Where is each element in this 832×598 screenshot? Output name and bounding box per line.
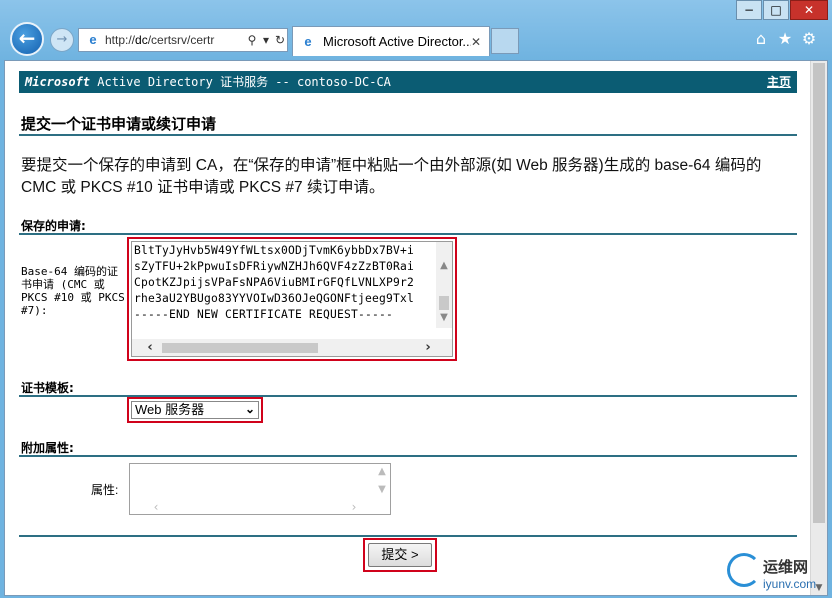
saved-request-textarea[interactable]: BltTyJyHvb5W49YfWLtsx0ODjTvmK6ybbDx7BV+i… [131,241,453,357]
forward-arrow-icon: → [56,32,68,47]
divider [19,535,797,537]
chevron-down-icon[interactable]: ⌄ [245,401,255,417]
divider [19,455,797,457]
address-url[interactable]: http://dc/certsrv/certr [105,33,245,47]
search-icon[interactable]: ⚲ [245,33,259,47]
home-icon[interactable]: ⌂ [752,30,770,48]
attributes-label: 属性: [91,483,119,497]
watermark-circle-icon [727,553,761,587]
request-line: sZyTFU+2kPpwuIsDFRiywNZHJh6QVF4zZzBT0Rai [134,260,415,273]
template-select[interactable]: Web 服务器 ⌄ [131,401,259,419]
intro-text: 要提交一个保存的申请到 CA，在“保存的申请”框中粘贴一个由外部源(如 Web … [21,157,762,196]
brand-logo: Microsoft [25,75,91,89]
browser-toolbar: ⌂ ★ ⚙ [752,30,818,48]
request-line: BltTyJyHvb5W49YfWLtsx0ODjTvmK6ybbDx7BV+i [134,244,415,257]
scroll-up-icon[interactable]: ▲ [436,260,452,271]
scroll-left-icon[interactable]: ‹ [148,500,164,514]
divider [19,233,797,235]
tab-close-icon[interactable]: ✕ [471,35,485,49]
scroll-up-icon[interactable]: ▲ [374,466,390,477]
template-heading: 证书模板: [21,381,74,395]
page-vertical-scrollbar[interactable]: ▼ [810,61,827,595]
back-button[interactable]: ← [10,22,44,56]
watermark-text-en: iyunv.com [763,577,817,591]
new-tab-button[interactable] [491,28,519,54]
attributes-vertical-scrollbar[interactable]: ▲ ▼ [374,464,390,514]
tab-title: Microsoft Active Director... [323,34,471,49]
scroll-thumb[interactable] [439,296,449,310]
scroll-left-icon[interactable]: ‹ [142,339,158,356]
request-line: CpotKZJpijsVPaFsNPA6ViuBMIrGFQfLVNLXP9r2 [134,276,415,289]
saved-request-label: Base-64 编码的证书申请 (CMC 或 PKCS #10 或 PKCS #… [21,265,125,317]
chevron-down-icon[interactable]: ▾ [259,33,273,47]
ie-logo-icon: e [304,34,312,49]
request-vertical-scrollbar[interactable]: ▲ ▼ [436,242,452,328]
saved-request-heading: 保存的申请: [21,219,86,233]
extra-attributes-heading: 附加属性: [21,441,74,455]
page-viewport: Microsoft Active Directory 证书服务 -- conto… [4,60,828,596]
scroll-right-icon[interactable]: › [346,500,362,514]
forward-button[interactable]: → [50,28,74,52]
header-banner: Microsoft Active Directory 证书服务 -- conto… [19,71,797,93]
watermark-logo: 运维网 iyunv.com [727,541,821,591]
star-icon[interactable]: ★ [776,30,794,48]
scroll-right-icon[interactable]: › [420,339,436,356]
banner-text: Active Directory 证书服务 -- contoso-DC-CA [90,75,391,89]
address-bar[interactable]: e http://dc/certsrv/certr ⚲ ▾ ↻ [78,28,288,52]
back-arrow-icon: ← [18,26,36,50]
watermark-text-cn: 运维网 [763,558,809,576]
scroll-thumb[interactable] [813,63,825,523]
scroll-down-icon[interactable]: ▼ [436,312,452,323]
scroll-down-icon[interactable]: ▼ [374,484,390,495]
ie-logo-icon: e [89,32,97,47]
submit-button[interactable]: 提交 > [368,543,432,567]
close-window-button[interactable]: ✕ [790,0,828,20]
template-selected-value: Web 服务器 [135,402,205,417]
attributes-textarea[interactable]: ▲ ▼ ‹ › [129,463,391,515]
attributes-horizontal-scrollbar[interactable]: ‹ › [130,500,376,514]
request-horizontal-scrollbar[interactable]: ‹ › [132,339,452,356]
request-line: rhe3aU2YBUgo83YYVOIwD36OJeQGONFtjeeg9Txl [134,292,415,305]
submit-highlight: 提交 > [363,538,437,572]
home-link[interactable]: 主页 [767,71,791,93]
divider [19,134,797,136]
saved-request-highlight: BltTyJyHvb5W49YfWLtsx0ODjTvmK6ybbDx7BV+i… [127,237,457,361]
page-title: 提交一个证书申请或续订申请 [21,115,217,133]
window-controls: − □ ✕ [735,0,828,20]
browser-chrome: − □ ✕ ← → e http://dc/certsrv/certr ⚲ ▾ … [0,0,832,60]
request-line: -----END NEW CERTIFICATE REQUEST----- [134,308,394,321]
gear-icon[interactable]: ⚙ [800,30,818,48]
scroll-thumb[interactable] [162,343,318,353]
template-select-highlight: Web 服务器 ⌄ [127,397,263,423]
maximize-button[interactable]: □ [763,0,789,20]
browser-tab[interactable]: e Microsoft Active Director... ✕ [292,26,490,56]
refresh-icon[interactable]: ↻ [273,33,287,47]
minimize-button[interactable]: − [736,0,762,20]
